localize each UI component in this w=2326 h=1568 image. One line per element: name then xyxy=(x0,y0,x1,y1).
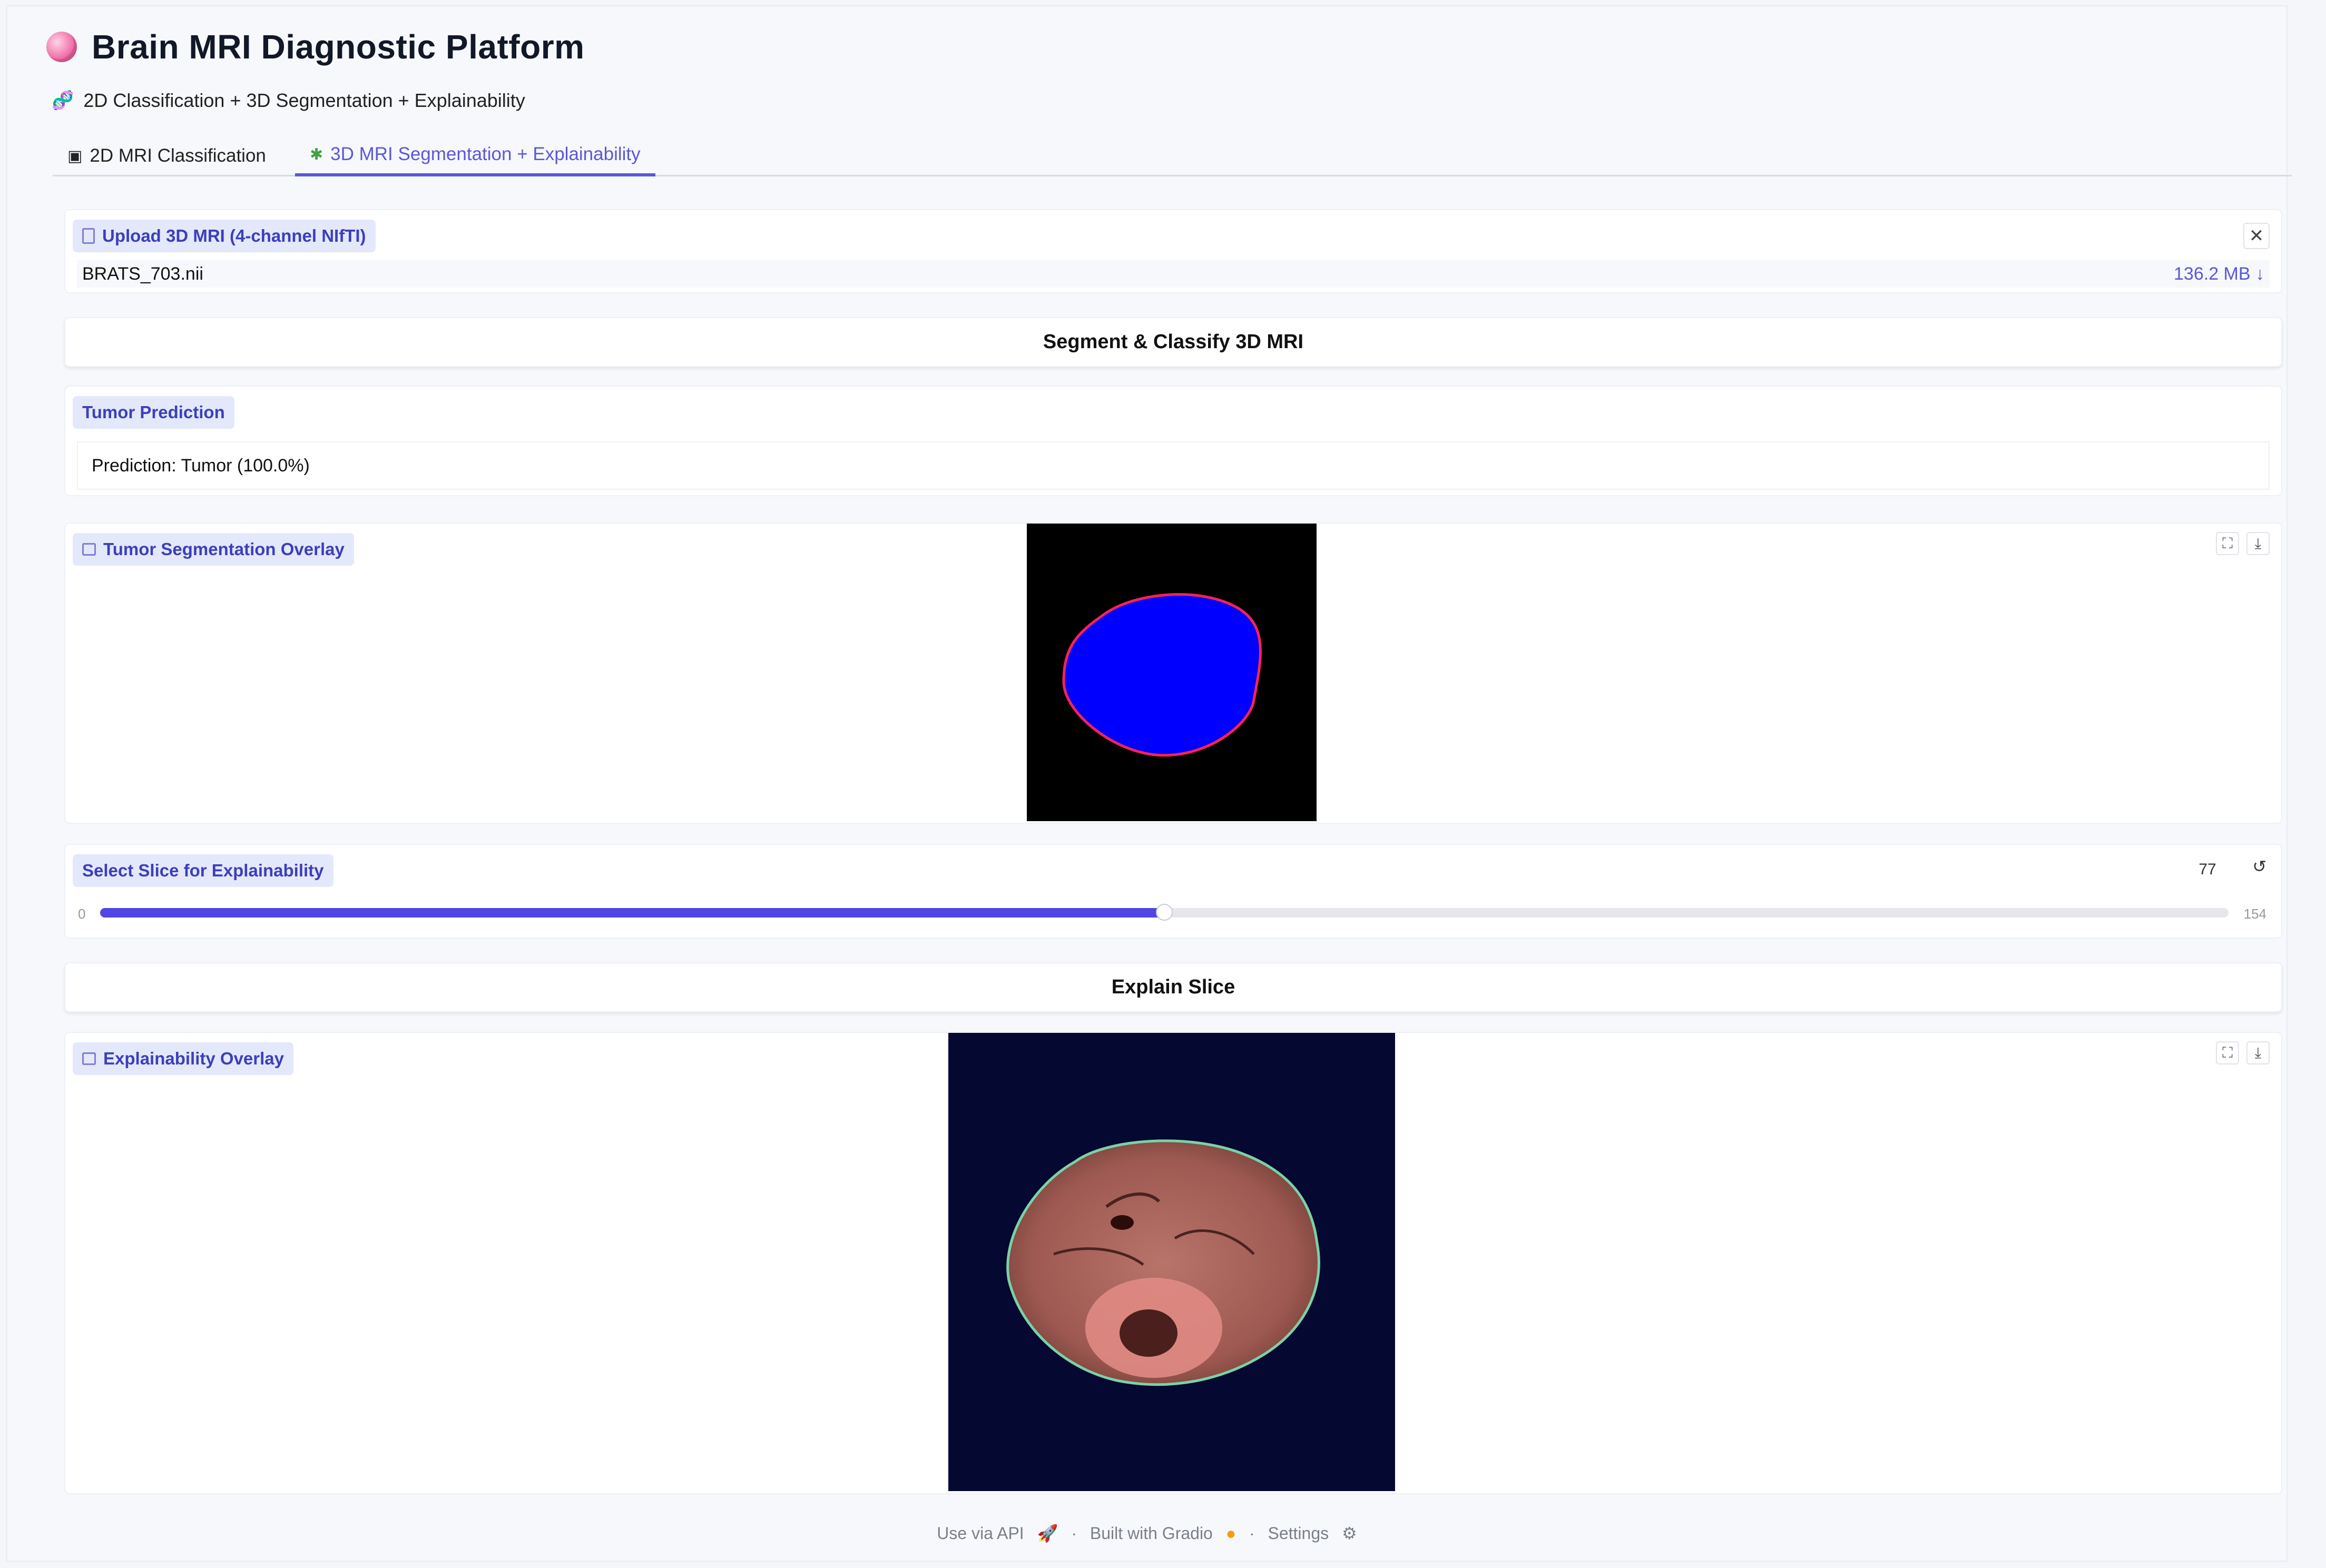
file-icon xyxy=(82,228,95,244)
gradio-logo-icon: ● xyxy=(1225,1524,1236,1543)
fullscreen-icon[interactable]: ⛶ xyxy=(2216,532,2239,555)
upload-label-text: Upload 3D MRI (4-channel NIfTI) xyxy=(102,226,366,245)
brain-icon xyxy=(46,32,77,62)
segmentation-mask xyxy=(1062,593,1262,757)
explainability-label: Explainability Overlay xyxy=(73,1042,293,1075)
segmentation-tools: ⛶ ⤓ xyxy=(2216,532,2270,555)
built-with-gradio-link[interactable]: Built with Gradio xyxy=(1090,1524,1213,1543)
segmentation-label-text: Tumor Segmentation Overlay xyxy=(103,539,345,559)
tab-bar: ▣ 2D MRI Classification ✱ 3D MRI Segment… xyxy=(53,135,2292,176)
file-download-link[interactable]: 136.2 MB ↓ xyxy=(2174,264,2264,284)
image-icon xyxy=(82,543,96,556)
footer-separator: · xyxy=(1071,1524,1077,1543)
segmentation-image xyxy=(1027,524,1317,821)
slider-min-label: 0 xyxy=(78,906,86,922)
slider-label: Select Slice for Explainability xyxy=(73,854,333,887)
puzzle-icon: ✱ xyxy=(310,145,323,163)
rocket-icon: 🚀 xyxy=(1037,1524,1058,1543)
footer: Use via API 🚀 · Built with Gradio ● · Se… xyxy=(7,1523,2286,1543)
tab-3d-segmentation[interactable]: ✱ 3D MRI Segmentation + Explainability xyxy=(295,135,655,176)
gear-icon: ⚙ xyxy=(1342,1524,1357,1543)
tab-2d-classification[interactable]: ▣ 2D MRI Classification xyxy=(53,135,281,176)
app-window: Brain MRI Diagnostic Platform 🧬 2D Class… xyxy=(6,5,2292,1562)
image-icon xyxy=(82,1052,96,1065)
segmentation-panel: Tumor Segmentation Overlay ⛶ ⤓ xyxy=(64,522,2282,824)
page-title: Brain MRI Diagnostic Platform xyxy=(92,28,585,66)
page-subtitle: 2D Classification + 3D Segmentation + Ex… xyxy=(83,90,525,111)
clear-file-button[interactable]: ✕ xyxy=(2243,223,2270,249)
slider-handle[interactable] xyxy=(1156,904,1173,921)
title-row: Brain MRI Diagnostic Platform xyxy=(46,27,585,66)
use-via-api-link[interactable]: Use via API xyxy=(937,1524,1024,1543)
tab-label: 2D MRI Classification xyxy=(90,145,266,166)
slider-max-label: 154 xyxy=(2243,906,2266,922)
slice-slider-panel: Select Slice for Explainability 77 ↺ 0 1… xyxy=(64,844,2282,939)
prediction-panel: Tumor Prediction Prediction: Tumor (100.… xyxy=(64,386,2282,496)
uploaded-file-row: BRATS_703.nii 136.2 MB ↓ xyxy=(77,260,2270,288)
download-icon[interactable]: ⤓ xyxy=(2246,1041,2270,1064)
file-name: BRATS_703.nii xyxy=(82,263,203,284)
footer-separator: · xyxy=(1249,1524,1255,1543)
tab-label: 3D MRI Segmentation + Explainability xyxy=(330,144,641,164)
dna-icon: 🧬 xyxy=(52,91,74,111)
explainability-label-text: Explainability Overlay xyxy=(103,1049,284,1068)
subtitle-row: 🧬 2D Classification + 3D Segmentation + … xyxy=(52,90,525,112)
fullscreen-icon[interactable]: ⛶ xyxy=(2216,1041,2239,1064)
settings-link[interactable]: Settings xyxy=(1268,1524,1329,1543)
prediction-output: Prediction: Tumor (100.0%) xyxy=(77,441,2270,490)
explainability-image xyxy=(948,1033,1395,1491)
slice-number-input[interactable]: 77 xyxy=(2176,854,2239,885)
explainability-tools: ⛶ ⤓ xyxy=(2216,1041,2270,1064)
segmentation-label: Tumor Segmentation Overlay xyxy=(73,533,354,566)
explainability-heatmap xyxy=(1006,1139,1320,1386)
segment-classify-button[interactable]: Segment & Classify 3D MRI xyxy=(64,317,2282,367)
upload-label: Upload 3D MRI (4-channel NIfTI) xyxy=(73,220,376,252)
explain-slice-button[interactable]: Explain Slice xyxy=(64,962,2282,1012)
upload-panel[interactable]: Upload 3D MRI (4-channel NIfTI) ✕ BRATS_… xyxy=(64,209,2282,293)
slider-fill xyxy=(100,908,1164,918)
reset-icon[interactable]: ↺ xyxy=(2252,856,2266,876)
image-icon: ▣ xyxy=(67,147,83,165)
prediction-label: Tumor Prediction xyxy=(73,396,234,429)
header: Brain MRI Diagnostic Platform 🧬 2D Class… xyxy=(46,27,585,111)
slider-track[interactable] xyxy=(100,904,2229,921)
download-icon[interactable]: ⤓ xyxy=(2246,532,2270,555)
explainability-panel: Explainability Overlay ⛶ ⤓ xyxy=(64,1032,2282,1494)
